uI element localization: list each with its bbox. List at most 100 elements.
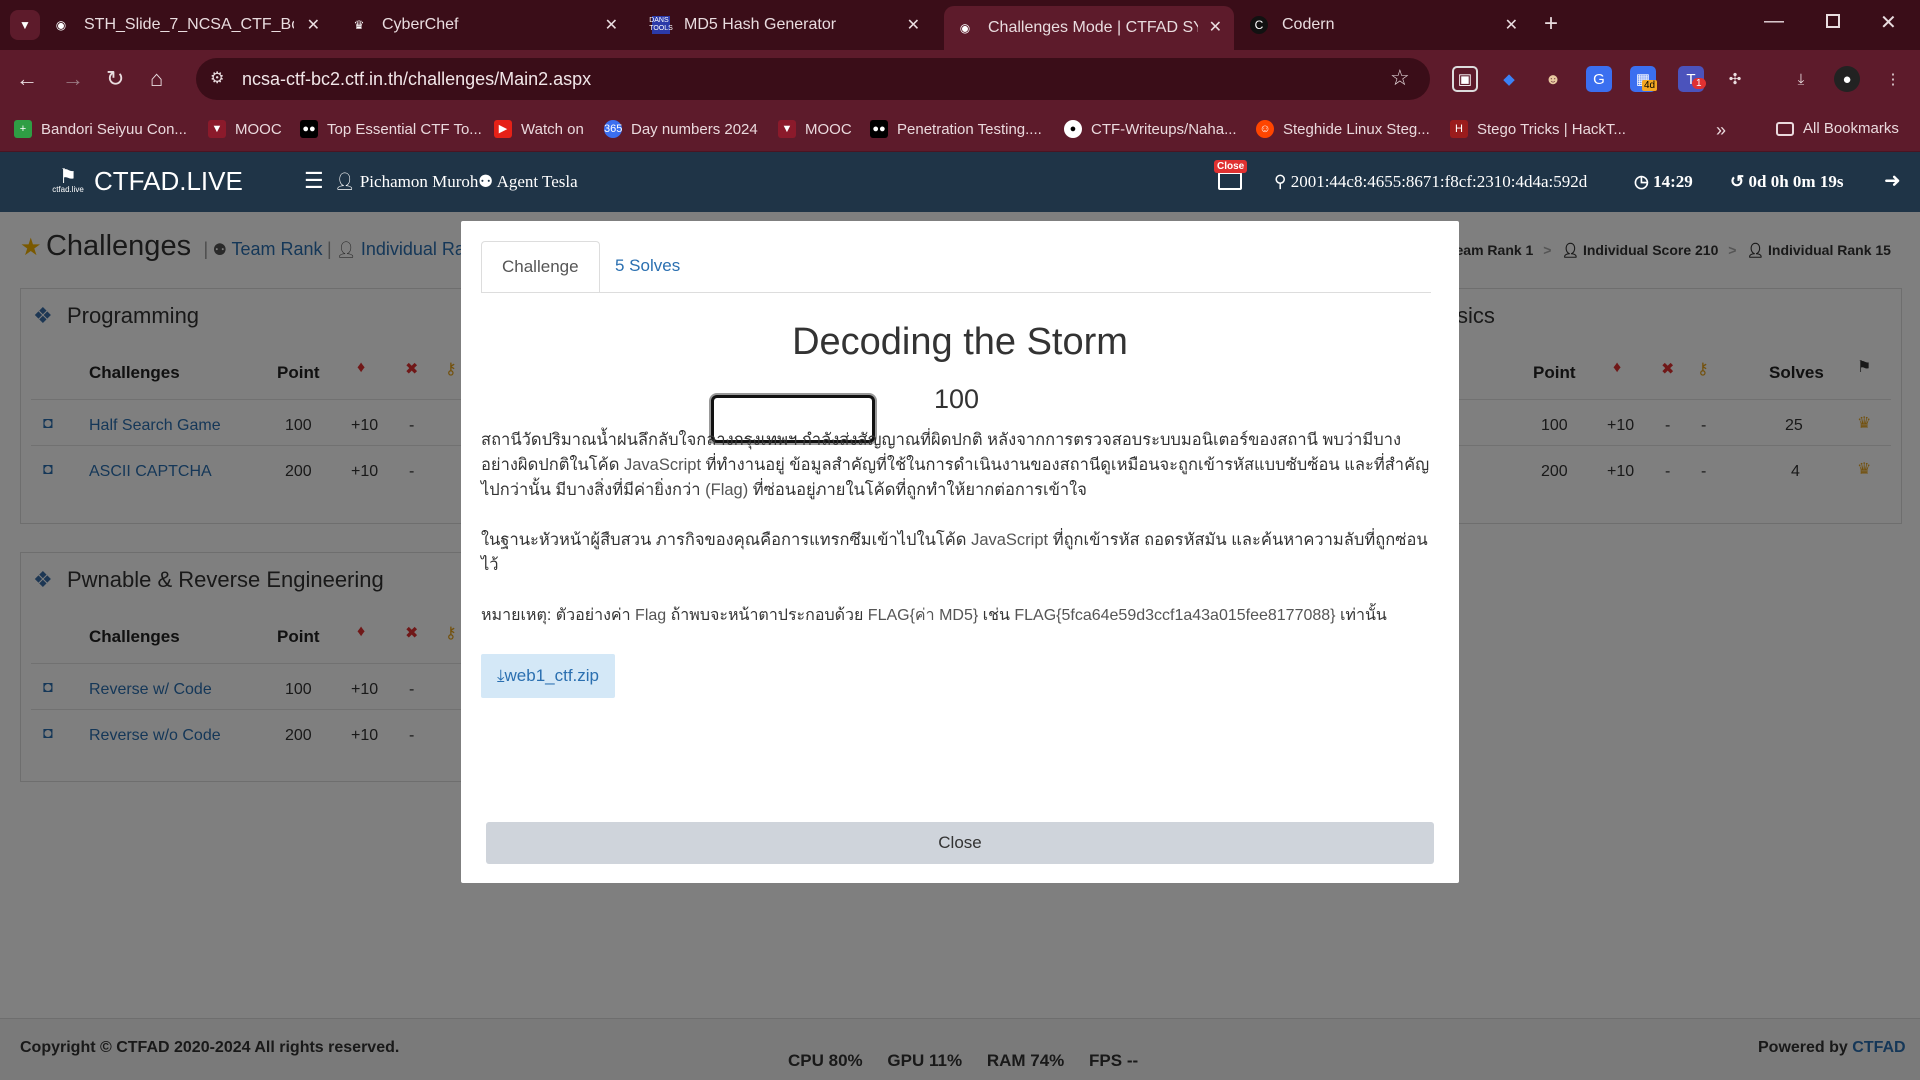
green-cross-icon: + xyxy=(14,120,32,138)
description-paragraph-1: สถานีวัดปริมาณน้ำฝนลึกลับใจกลางกรุงเทพฯ … xyxy=(481,428,1441,503)
location-pin-icon: ⚲ xyxy=(1274,172,1287,191)
history-icon: ↺ xyxy=(1730,172,1745,191)
close-tab-icon[interactable]: ✕ xyxy=(307,15,320,35)
tab-divider xyxy=(481,292,1431,293)
bookmark-item[interactable]: + Bandori Seiyuu Con... xyxy=(14,120,187,138)
download-attachment-button[interactable]: ⤓web1_ctf.zip xyxy=(481,654,616,698)
ip-address: ⚲ 2001:44c8:4655:8671:f8cf:2310:4d4a:592… xyxy=(1274,172,1587,192)
bookmark-label: MOOC xyxy=(235,120,282,138)
team-name: Agent Tesla xyxy=(496,172,578,191)
bookmark-item[interactable]: ☺ Steghide Linux Steg... xyxy=(1256,120,1430,138)
description-paragraph-2: ในฐานะหัวหน้าผู้สืบสวน ภารกิจของคุณคือกา… xyxy=(481,528,1441,578)
mail-icon[interactable]: Close xyxy=(1214,160,1248,190)
calendar-365-icon: 365 xyxy=(604,120,622,138)
team-menu[interactable]: ⚉ Agent Tesla xyxy=(478,172,578,192)
challenge-modal: Challenge 5 Solves Decoding the Storm 10… xyxy=(461,221,1459,883)
bookmark-item[interactable]: ●● Top Essential CTF To... xyxy=(300,120,482,138)
description-line: อย่างผิดปกติในโค้ด JavaScript ที่ทำงานอย… xyxy=(481,453,1441,478)
bookmark-label: CTF-Writeups/Naha... xyxy=(1091,120,1237,138)
clock-icon: ◷ xyxy=(1634,172,1649,191)
more-bookmarks-icon[interactable]: » xyxy=(1716,120,1726,141)
elapsed-timer: ↺ 0d 0h 0m 19s xyxy=(1730,172,1843,192)
new-tab-icon[interactable]: + xyxy=(1544,10,1558,38)
tab-title: STH_Slide_7_NCSA_CTF_Bootcamp xyxy=(84,16,294,33)
browser-tab-strip: ▼ ◉ STH_Slide_7_NCSA_CTF_Bootcamp ✕ ♛ Cy… xyxy=(0,0,1920,50)
browser-tab-1[interactable]: ◉ STH_Slide_7_NCSA_CTF_Bootcamp ✕ xyxy=(52,8,332,42)
browser-tab-5[interactable]: C Codern ✕ xyxy=(1250,8,1530,42)
medium-icon: ●● xyxy=(870,120,888,138)
bookmark-label: Bandori Seiyuu Con... xyxy=(41,120,187,138)
bookmark-label: Penetration Testing.... xyxy=(897,120,1042,138)
logout-icon[interactable]: ➜ xyxy=(1884,168,1901,193)
brand-name[interactable]: CTFAD.LIVE xyxy=(94,166,243,197)
extension-layers-icon[interactable]: ◆ xyxy=(1496,66,1522,92)
text: ถ้าพบจะหน้าตาประกอบด้วย xyxy=(666,607,868,624)
dans-tools-icon: DANS TOOLS xyxy=(649,16,673,34)
url-text: ncsa-ctf-bc2.ctf.in.th/challenges/Main2.… xyxy=(242,69,592,89)
extension-calendar-icon[interactable]: ▦ 4d xyxy=(1630,66,1658,92)
browser-tab-2[interactable]: ♛ CyberChef ✕ xyxy=(350,8,630,42)
medium-icon: ●● xyxy=(300,120,318,138)
text: Flag xyxy=(635,607,667,624)
attachment-name: web1_ctf.zip xyxy=(504,666,600,685)
challenge-points: 100 xyxy=(934,384,980,414)
shield-icon: ▼ xyxy=(778,120,796,138)
back-icon[interactable]: ← xyxy=(16,67,38,91)
user-menu[interactable]: 👤︎ Pichamon Muroh xyxy=(334,172,478,192)
forward-icon[interactable]: → xyxy=(62,67,84,91)
codern-icon: C xyxy=(1250,16,1268,34)
reading-mode-icon[interactable]: ▣ xyxy=(1452,66,1478,92)
bookmark-label: MOOC xyxy=(805,120,852,138)
logo-subtitle: ctfad.live xyxy=(52,185,84,194)
home-icon[interactable]: ⌂ xyxy=(150,67,163,91)
browser-tab-active[interactable]: ◉ Challenges Mode | CTFAD SYSTEM ✕ xyxy=(944,6,1234,50)
minimize-icon[interactable]: — xyxy=(1764,10,1784,33)
browser-toolbar: ← → ↻ ⌂ ⚙ ncsa-ctf-bc2.ctf.in.th/challen… xyxy=(0,50,1920,108)
extension-owl-icon[interactable]: ☻ xyxy=(1540,66,1566,92)
tab-search-icon[interactable]: ▼ xyxy=(10,10,40,40)
text: ที่ทำงานอยู่ ข้อมูลสำคัญที่ใช้ในการดำเนิ… xyxy=(701,456,1430,474)
clock: ◷ 14:29 xyxy=(1634,172,1693,192)
bookmark-item[interactable]: ▼ MOOC xyxy=(778,120,852,138)
bookmark-item[interactable]: H Stego Tricks | HackT... xyxy=(1450,120,1626,138)
google-translate-icon[interactable]: G xyxy=(1586,66,1612,92)
bookmark-star-icon[interactable]: ☆ xyxy=(1390,65,1410,91)
bookmarks-bar: + Bandori Seiyuu Con... ▼ MOOC ●● Top Essen… xyxy=(0,108,1920,152)
tab-challenge[interactable]: Challenge xyxy=(481,241,600,293)
close-button[interactable]: Close xyxy=(486,822,1434,864)
bookmark-item[interactable]: 365 Day numbers 2024 xyxy=(604,120,758,138)
profile-avatar[interactable]: ● xyxy=(1834,66,1860,92)
text: ไปกว่านั้น มีบางสิ่งที่มีค่ายิ่งกว่า xyxy=(481,481,706,499)
text: FLAG{5fca64e59d3ccf1a43a015fee8177088} xyxy=(1014,607,1336,624)
bookmark-item[interactable]: ▼ MOOC xyxy=(208,120,282,138)
extensions-puzzle-icon[interactable]: ✣ xyxy=(1722,66,1748,92)
all-bookmarks-folder[interactable]: All Bookmarks xyxy=(1776,120,1899,137)
close-tab-icon[interactable]: ✕ xyxy=(1209,17,1222,37)
browser-tab-3[interactable]: DANS TOOLS MD5 Hash Generator ✕ xyxy=(649,8,932,42)
tab-title: CyberChef xyxy=(382,16,459,33)
bookmark-item[interactable]: ▶ Watch on xyxy=(494,120,584,138)
address-bar[interactable]: ⚙ ncsa-ctf-bc2.ctf.in.th/challenges/Main… xyxy=(196,58,1430,100)
menu-kebab-icon[interactable]: ⋮ xyxy=(1880,66,1906,92)
close-tab-icon[interactable]: ✕ xyxy=(907,15,920,35)
reload-icon[interactable]: ↻ xyxy=(106,67,124,91)
bookmark-label: Top Essential CTF To... xyxy=(327,120,482,138)
site-info-icon[interactable]: ⚙ xyxy=(210,68,224,88)
restore-icon[interactable] xyxy=(1826,14,1840,28)
close-window-icon[interactable]: ✕ xyxy=(1880,10,1897,35)
team-icon: ⚉ xyxy=(478,172,494,191)
download-icon[interactable]: ⤓ xyxy=(1788,66,1814,92)
bookmark-item[interactable]: ● CTF-Writeups/Naha... xyxy=(1064,120,1237,138)
close-tab-icon[interactable]: ✕ xyxy=(1505,15,1518,35)
ctfad-logo[interactable]: ⚑ ctfad.live xyxy=(48,164,88,204)
close-tab-icon[interactable]: ✕ xyxy=(605,15,618,35)
hamburger-menu-icon[interactable]: ☰ xyxy=(304,168,324,194)
text: JavaScript xyxy=(624,456,702,474)
tab-solves[interactable]: 5 Solves xyxy=(595,241,700,293)
extension-teams-icon[interactable]: T 1 xyxy=(1678,66,1706,92)
bookmark-item[interactable]: ●● Penetration Testing.... xyxy=(870,120,1042,138)
ip-text: 2001:44c8:4655:8671:f8cf:2310:4d4a:592d xyxy=(1290,172,1588,191)
user-name: Pichamon Muroh xyxy=(359,172,479,191)
badge: 4d xyxy=(1642,80,1658,91)
text: (Flag) xyxy=(705,481,749,499)
